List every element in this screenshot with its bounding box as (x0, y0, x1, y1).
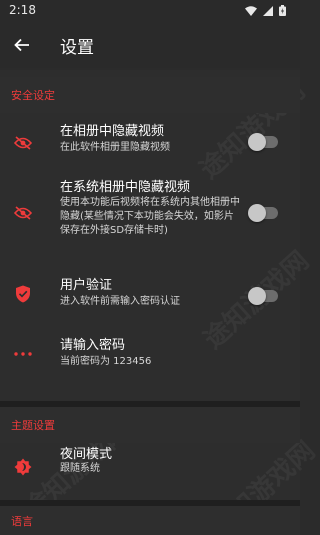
toggle-thumb (248, 204, 266, 222)
setting-subtitle: 使用本功能后视频将在系统内其他相册中隐藏(某些情况下本功能会失效，如影片保存在外… (60, 197, 240, 236)
setting-title: 在相册中隐藏视频 (60, 124, 165, 139)
status-icons (245, 5, 286, 16)
setting-password[interactable]: 请输入密码 当前密码为 123456 (0, 325, 300, 383)
signal-icon (263, 5, 273, 16)
section-header-theme: 主题设置 (0, 407, 300, 443)
wifi-icon (245, 5, 257, 16)
setting-title: 用户验证 (60, 278, 113, 293)
setting-title: 夜间模式 (60, 447, 113, 462)
setting-hide-video[interactable]: 在相册中隐藏视频 在此软件相册里隐藏视频 (0, 113, 300, 171)
page-title: 设置 (60, 38, 94, 58)
brightness-icon (13, 457, 33, 477)
setting-subtitle: 当前密码为 123456 (60, 356, 152, 367)
setting-user-auth[interactable]: 用户验证 进入软件前需输入密码认证 (0, 263, 300, 325)
visibility-off-icon (13, 203, 33, 223)
user-auth-toggle[interactable] (248, 287, 278, 305)
setting-subtitle: 在此软件相册里隐藏视频 (60, 142, 170, 153)
setting-title: 在系统相册中隐藏视频 (60, 180, 191, 195)
section-header-security: 安全设定 (0, 77, 300, 113)
app-bar: 设置 (0, 22, 300, 68)
hide-system-toggle[interactable] (248, 204, 278, 222)
setting-title: 请输入密码 (60, 338, 126, 353)
more-dots-icon (13, 344, 33, 364)
battery-icon (279, 5, 286, 16)
setting-subtitle: 跟随系统 (60, 463, 100, 474)
section-header-language: 语言 (0, 506, 300, 535)
arrow-back-icon (14, 38, 29, 52)
setting-night-mode[interactable]: 夜间模式 跟随系统 (0, 443, 300, 491)
status-bar: 2:18 (0, 0, 300, 22)
hide-video-toggle[interactable] (248, 133, 278, 151)
setting-hide-system[interactable]: 在系统相册中隐藏视频 使用本功能后视频将在系统内其他相册中隐藏(某些情况下本功能… (0, 171, 300, 263)
status-time: 2:18 (9, 3, 36, 17)
toggle-thumb (248, 133, 266, 151)
settings-list: 途知游戏网 途知游戏网 途知游戏网 途知游戏网 安全设定 在相册中隐藏视频 在此… (0, 70, 320, 535)
toggle-thumb (248, 287, 266, 305)
visibility-off-icon (13, 133, 33, 153)
setting-subtitle: 进入软件前需输入密码认证 (60, 296, 180, 307)
back-button[interactable] (11, 34, 33, 56)
shield-check-icon (13, 284, 33, 304)
